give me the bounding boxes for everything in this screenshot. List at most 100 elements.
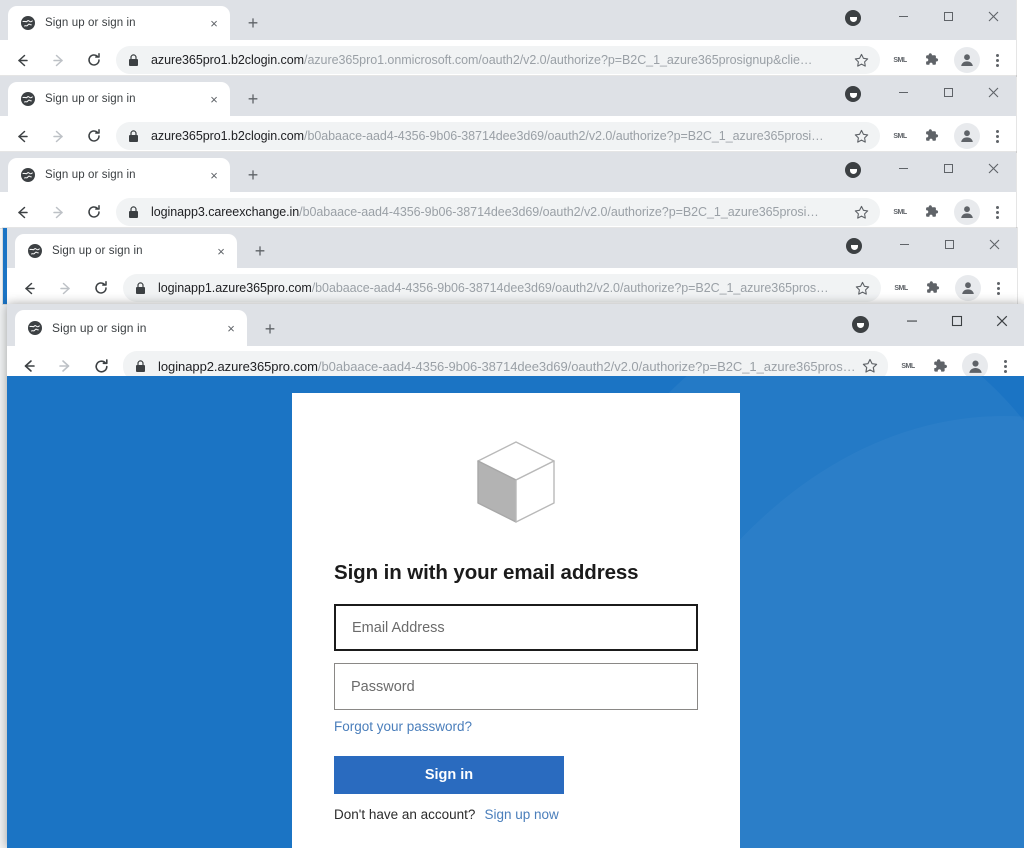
forgot-password-link[interactable]: Forgot your password? bbox=[334, 719, 698, 734]
signup-now-link[interactable]: Sign up now bbox=[484, 807, 558, 822]
reload-button-2[interactable] bbox=[79, 121, 109, 151]
address-bar-2[interactable]: azure365pro1.b2clogin.com/b0abaace-aad4-… bbox=[116, 122, 880, 150]
extension-mini-icon-2[interactable]: SML bbox=[889, 126, 911, 146]
minimize-button-5[interactable] bbox=[889, 304, 934, 338]
minimize-button-4[interactable] bbox=[882, 228, 927, 260]
extensions-puzzle-icon-4[interactable] bbox=[918, 273, 948, 303]
close-button-4[interactable] bbox=[972, 228, 1017, 260]
extension-mini-icon-4[interactable]: SML bbox=[890, 278, 912, 298]
maximize-button-2[interactable] bbox=[926, 76, 971, 108]
email-input[interactable] bbox=[334, 604, 698, 651]
new-tab-button-5[interactable]: + bbox=[257, 316, 283, 342]
address-bar-3[interactable]: loginapp3.careexchange.in/b0abaace-aad4-… bbox=[116, 198, 880, 226]
tab-close-icon-1[interactable]: × bbox=[206, 15, 222, 31]
profile-avatar-1[interactable] bbox=[954, 47, 980, 73]
tab-2[interactable]: Sign up or sign in × bbox=[8, 82, 230, 116]
minimize-button-2[interactable] bbox=[881, 76, 926, 108]
signup-row: Don't have an account? Sign up now bbox=[334, 807, 698, 822]
window-controls-5 bbox=[889, 304, 1024, 338]
browser-window-1[interactable]: Sign up or sign in × + azure365pro1.b2cl… bbox=[0, 0, 1016, 76]
toolbar-3: loginapp3.careexchange.in/b0abaace-aad4-… bbox=[0, 192, 1016, 228]
extension-mini-icon-1[interactable]: SML bbox=[889, 50, 911, 70]
address-bar-1[interactable]: azure365pro1.b2clogin.com/azure365pro1.o… bbox=[116, 46, 880, 74]
bookmark-star-icon-1[interactable] bbox=[854, 53, 870, 68]
new-tab-button-1[interactable]: + bbox=[240, 10, 266, 36]
tab-strip-2: Sign up or sign in × + bbox=[0, 76, 1016, 116]
lock-icon-2 bbox=[128, 129, 142, 143]
lock-icon-4 bbox=[135, 281, 149, 295]
bookmark-star-icon-3[interactable] bbox=[854, 205, 870, 220]
tab-close-icon-3[interactable]: × bbox=[206, 167, 222, 183]
no-account-label: Don't have an account? bbox=[334, 807, 476, 822]
extension-mini-icon-5[interactable]: SML bbox=[897, 356, 919, 376]
forward-button-4[interactable] bbox=[50, 273, 80, 303]
bookmark-star-icon-4[interactable] bbox=[855, 281, 871, 296]
back-button-4[interactable] bbox=[14, 273, 44, 303]
maximize-button-1[interactable] bbox=[926, 0, 971, 32]
tab-5[interactable]: Sign up or sign in × bbox=[15, 310, 247, 346]
profile-indicator-1[interactable] bbox=[845, 10, 861, 26]
chrome-menu-icon-2[interactable] bbox=[984, 129, 1010, 143]
url-path-5: /b0abaace-aad4-4356-9b06-38714dee3d69/oa… bbox=[317, 358, 854, 374]
browser-window-2[interactable]: Sign up or sign in × + azure365pro1.b2cl… bbox=[0, 76, 1016, 152]
chrome-menu-icon-4[interactable] bbox=[985, 281, 1011, 295]
profile-avatar-4[interactable] bbox=[955, 275, 981, 301]
close-button-3[interactable] bbox=[971, 152, 1016, 184]
tab-close-icon-4[interactable]: × bbox=[213, 243, 229, 259]
minimize-button-3[interactable] bbox=[881, 152, 926, 184]
forward-button-3[interactable] bbox=[43, 197, 73, 227]
tab-strip-3: Sign up or sign in × + bbox=[0, 152, 1016, 192]
tab-3[interactable]: Sign up or sign in × bbox=[8, 158, 230, 192]
chrome-menu-icon-3[interactable] bbox=[984, 205, 1010, 219]
url-text-2: azure365pro1.b2clogin.com/b0abaace-aad4-… bbox=[151, 129, 846, 143]
new-tab-button-2[interactable]: + bbox=[240, 86, 266, 112]
forward-button-2[interactable] bbox=[43, 121, 73, 151]
tab-close-icon-2[interactable]: × bbox=[206, 91, 222, 107]
cube-logo bbox=[334, 439, 698, 525]
profile-indicator-3[interactable] bbox=[845, 162, 861, 178]
reload-button-4[interactable] bbox=[86, 273, 116, 303]
profile-indicator-4[interactable] bbox=[846, 238, 862, 254]
maximize-button-3[interactable] bbox=[926, 152, 971, 184]
tab-1[interactable]: Sign up or sign in × bbox=[8, 6, 230, 40]
reload-button-3[interactable] bbox=[79, 197, 109, 227]
close-button-1[interactable] bbox=[971, 0, 1016, 32]
new-tab-button-4[interactable]: + bbox=[247, 238, 273, 264]
back-button-2[interactable] bbox=[7, 121, 37, 151]
tab-4[interactable]: Sign up or sign in × bbox=[15, 234, 237, 268]
url-text-1: azure365pro1.b2clogin.com/azure365pro1.o… bbox=[151, 53, 846, 67]
forward-button-1[interactable] bbox=[43, 45, 73, 75]
globe-favicon-icon bbox=[27, 243, 43, 259]
close-button-5[interactable] bbox=[979, 304, 1024, 338]
minimize-button-1[interactable] bbox=[881, 0, 926, 32]
password-input[interactable] bbox=[334, 663, 698, 710]
profile-indicator-2[interactable] bbox=[845, 86, 861, 102]
profile-avatar-2[interactable] bbox=[954, 123, 980, 149]
window-controls-3 bbox=[881, 152, 1016, 184]
browser-window-3[interactable]: Sign up or sign in × + loginapp3.careexc… bbox=[0, 152, 1016, 228]
address-bar-4[interactable]: loginapp1.azure365pro.com/b0abaace-aad4-… bbox=[123, 274, 881, 302]
extensions-puzzle-icon-1[interactable] bbox=[917, 45, 947, 75]
extensions-puzzle-icon-3[interactable] bbox=[917, 197, 947, 227]
tab-close-icon-5[interactable]: × bbox=[223, 320, 239, 336]
chrome-menu-icon-1[interactable] bbox=[984, 53, 1010, 67]
browser-window-5-active[interactable]: Sign up or sign in × + loginapp2.azure36… bbox=[7, 304, 1024, 848]
url-path-3: /b0abaace-aad4-4356-9b06-38714dee3d69/oa… bbox=[299, 205, 819, 219]
bookmark-star-icon-5[interactable] bbox=[862, 358, 878, 374]
signin-button[interactable]: Sign in bbox=[334, 756, 564, 794]
back-button-3[interactable] bbox=[7, 197, 37, 227]
bookmark-star-icon-2[interactable] bbox=[854, 129, 870, 144]
reload-button-1[interactable] bbox=[79, 45, 109, 75]
extensions-puzzle-icon-2[interactable] bbox=[917, 121, 947, 151]
chrome-menu-icon-5[interactable] bbox=[992, 359, 1018, 373]
profile-indicator-5[interactable] bbox=[852, 316, 869, 333]
browser-window-4[interactable]: Sign up or sign in × + loginapp1.azure36… bbox=[3, 228, 1017, 304]
back-button-1[interactable] bbox=[7, 45, 37, 75]
profile-avatar-3[interactable] bbox=[954, 199, 980, 225]
signin-card: Sign in with your email address Forgot y… bbox=[292, 393, 740, 848]
close-button-2[interactable] bbox=[971, 76, 1016, 108]
maximize-button-5[interactable] bbox=[934, 304, 979, 338]
maximize-button-4[interactable] bbox=[927, 228, 972, 260]
extension-mini-icon-3[interactable]: SML bbox=[889, 202, 911, 222]
new-tab-button-3[interactable]: + bbox=[240, 162, 266, 188]
